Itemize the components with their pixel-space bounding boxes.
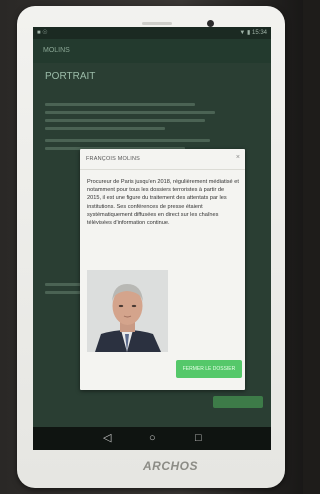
navigation-bar: ◁ ○ □ (33, 427, 271, 450)
front-camera (207, 20, 214, 27)
app-title: MOLINS (43, 47, 70, 54)
app-bar: MOLINS (33, 39, 271, 63)
dialog-title: FRANÇOIS MOLINS (86, 156, 141, 162)
close-icon[interactable]: × (236, 154, 240, 161)
close-dossier-button[interactable]: FERMER LE DOSSIER (176, 360, 242, 378)
text-line (45, 111, 215, 114)
brand-logo: ARCHOS (143, 459, 199, 473)
portrait-image (87, 270, 168, 352)
recent-apps-icon[interactable]: □ (195, 431, 202, 445)
text-line (45, 139, 210, 142)
text-line (45, 127, 165, 130)
status-icons-right: ▼ ▮ 15:34 (239, 30, 267, 36)
speaker-grille (142, 22, 172, 25)
background-button (213, 396, 263, 408)
portrait-photo (87, 270, 168, 352)
text-line (45, 103, 195, 106)
content-heading: PORTRAIT (45, 71, 96, 82)
text-line (45, 119, 205, 122)
dialog-body-text: Procureur de Paris jusqu'en 2018, réguli… (87, 179, 239, 227)
profile-dialog: FRANÇOIS MOLINS × Procureur de Paris jus… (80, 149, 245, 390)
back-icon[interactable]: ◁ (103, 431, 111, 445)
status-icons-left: ■ ☉ (37, 30, 48, 36)
home-icon[interactable]: ○ (149, 431, 156, 445)
dialog-header: FRANÇOIS MOLINS × (80, 149, 245, 170)
status-bar: ■ ☉ ▼ ▮ 15:34 (33, 27, 271, 39)
